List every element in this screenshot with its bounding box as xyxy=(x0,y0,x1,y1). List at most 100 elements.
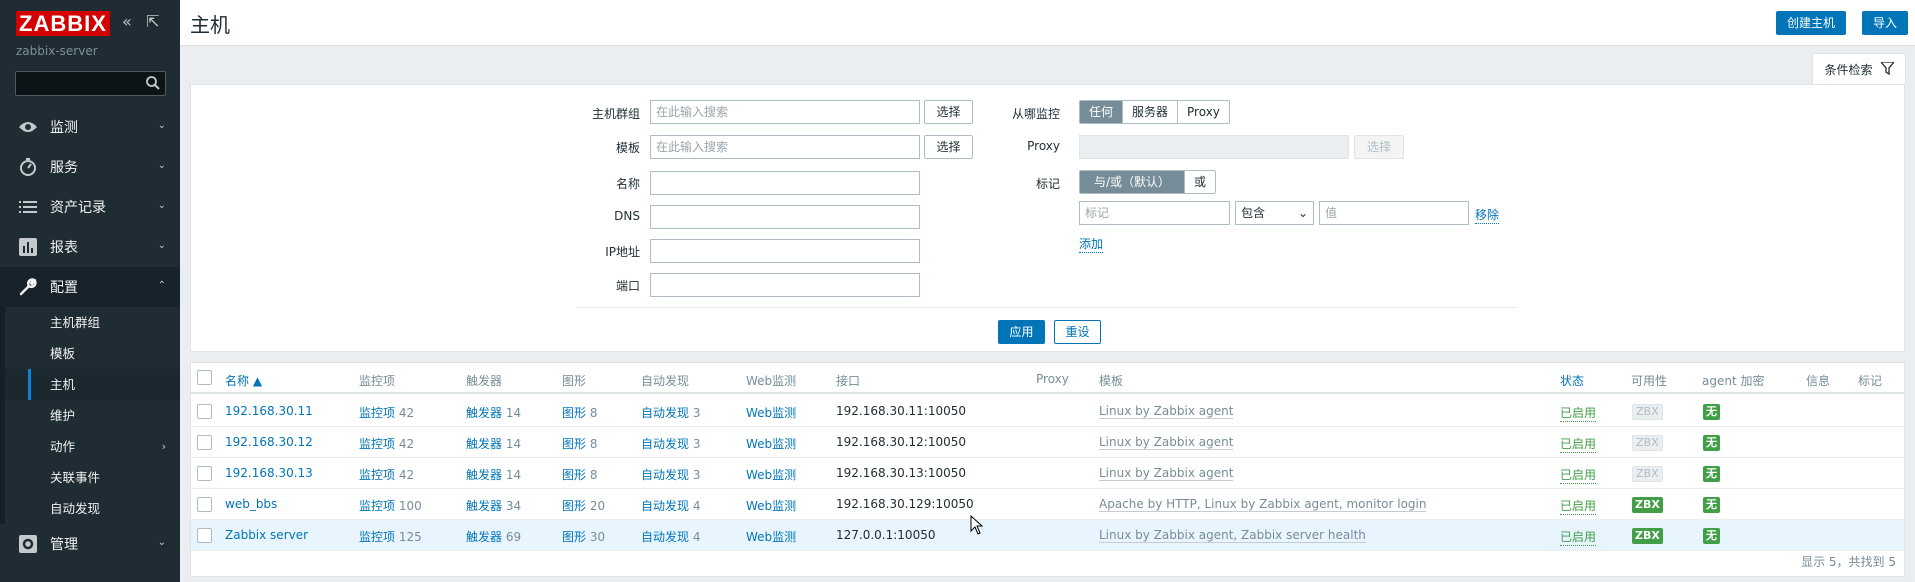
web-link[interactable]: Web监测 xyxy=(746,497,796,514)
graphs-link[interactable]: 图形 8 xyxy=(562,435,597,452)
submenu-discovery[interactable]: 自动发现 xyxy=(5,493,180,524)
graphs-link[interactable]: 图形 8 xyxy=(562,466,597,483)
filter-tab[interactable]: 条件检索 xyxy=(1812,53,1906,85)
host-name-link[interactable]: 192.168.30.12 xyxy=(225,435,313,449)
search-icon[interactable] xyxy=(145,75,161,94)
menu-services[interactable]: 服务 ⌄ xyxy=(0,147,180,187)
port-input[interactable] xyxy=(650,273,920,297)
host-name-link[interactable]: Zabbix server xyxy=(225,528,308,542)
create-host-button[interactable]: 创建主机 xyxy=(1776,11,1847,35)
discovery-link[interactable]: 自动发现 3 xyxy=(641,466,700,483)
triggers-link[interactable]: 触发器 14 xyxy=(466,466,521,483)
templates-link[interactable]: Linux by Zabbix agent xyxy=(1099,404,1234,419)
graphs-link[interactable]: 图形 20 xyxy=(562,497,605,514)
monitored-by-server[interactable]: 服务器 xyxy=(1123,101,1179,123)
row-checkbox[interactable] xyxy=(197,435,212,450)
menu-reports[interactable]: 报表 ⌄ xyxy=(0,227,180,267)
templates-value[interactable]: Linux by Zabbix agent xyxy=(1099,466,1234,481)
templates-select-button[interactable]: 选择 xyxy=(924,135,973,159)
row-checkbox[interactable] xyxy=(197,497,212,512)
collapse-sidebar-icon[interactable]: « xyxy=(122,14,132,30)
templates-link[interactable]: Apache by HTTP, Linux by Zabbix agent, m… xyxy=(1099,497,1427,512)
items-link[interactable]: 监控项 42 xyxy=(359,404,414,421)
web-link[interactable]: Web监测 xyxy=(746,404,796,421)
add-tag-link[interactable]: 添加 xyxy=(1079,235,1104,253)
templates-value[interactable]: Linux by Zabbix agent xyxy=(1099,404,1234,419)
triggers-link[interactable]: 触发器 34 xyxy=(466,497,521,514)
templates-link[interactable]: Linux by Zabbix agent xyxy=(1099,435,1234,450)
templates-value[interactable]: Apache by HTTP, Linux by Zabbix agent, m… xyxy=(1099,497,1427,512)
ip-input[interactable] xyxy=(650,239,920,263)
items-link[interactable]: 监控项 42 xyxy=(359,466,414,483)
templates-link[interactable]: Linux by Zabbix agent xyxy=(1099,466,1234,481)
row-checkbox[interactable] xyxy=(197,528,212,543)
status-toggle[interactable]: 已启用 xyxy=(1560,435,1597,453)
templates-value[interactable]: Linux by Zabbix agent, Zabbix server hea… xyxy=(1099,528,1366,543)
submenu-event-correlation[interactable]: 关联事件 xyxy=(5,462,180,493)
host-name-link[interactable]: 192.168.30.11 xyxy=(225,404,313,418)
submenu-hosts[interactable]: 主机 xyxy=(5,369,180,400)
import-button[interactable]: 导入 xyxy=(1862,11,1909,35)
graphs-link[interactable]: 图形 30 xyxy=(562,528,605,545)
items-link[interactable]: 监控项 42 xyxy=(359,435,414,452)
triggers-link[interactable]: 触发器 14 xyxy=(466,435,521,452)
host-groups-select-button[interactable]: 选择 xyxy=(924,100,973,124)
graphs-link[interactable]: 图形 8 xyxy=(562,404,597,421)
menu-inventory[interactable]: 资产记录 ⌄ xyxy=(0,187,180,227)
tag-value-input[interactable]: 值 xyxy=(1319,201,1469,225)
triggers-link[interactable]: 触发器 69 xyxy=(466,528,521,545)
kiosk-mode-icon[interactable]: ⇱ xyxy=(146,14,159,30)
status-toggle[interactable]: 已启用 xyxy=(1560,404,1597,422)
zabbix-logo[interactable]: ZABBIX xyxy=(16,10,110,36)
menu-administration[interactable]: 管理 ⌄ xyxy=(0,524,180,564)
templates-value[interactable]: Linux by Zabbix agent xyxy=(1099,435,1234,450)
col-name[interactable]: 名称 ▲ xyxy=(225,372,262,389)
col-status[interactable]: 状态 xyxy=(1560,372,1584,389)
host-name-link[interactable]: 192.168.30.13 xyxy=(225,466,313,480)
menu-monitoring[interactable]: 监测 ⌄ xyxy=(0,107,180,147)
select-all-checkbox[interactable] xyxy=(197,370,212,385)
triggers-link[interactable]: 触发器 14 xyxy=(466,404,521,421)
monitored-by-any[interactable]: 任何 xyxy=(1080,101,1124,123)
submenu-maintenance[interactable]: 维护 xyxy=(5,400,180,431)
web-link[interactable]: Web监测 xyxy=(746,528,796,545)
sidebar-search-input[interactable] xyxy=(15,71,166,96)
discovery-link[interactable]: 自动发现 4 xyxy=(641,528,700,545)
submenu-host-groups[interactable]: 主机群组 xyxy=(5,307,180,338)
tag-operator-select[interactable]: 包含 ⌄ xyxy=(1235,201,1314,225)
name-input[interactable] xyxy=(650,171,920,195)
reset-button[interactable]: 重设 xyxy=(1054,320,1101,344)
row-checkbox[interactable] xyxy=(197,404,212,419)
discovery-link[interactable]: 自动发现 3 xyxy=(641,435,700,452)
graphs-link-label: 图形 xyxy=(562,437,587,451)
port-label: 端口 xyxy=(615,279,640,293)
row-checkbox[interactable] xyxy=(197,466,212,481)
tags-mode-and-or[interactable]: 与/或（默认） xyxy=(1080,171,1186,193)
tag-name-input[interactable]: 标记 xyxy=(1079,201,1230,225)
templates-input[interactable]: 在此输入搜索 xyxy=(650,135,920,159)
col-proxy[interactable]: Proxy xyxy=(1036,372,1069,386)
submenu-actions-label: 动作 xyxy=(50,439,76,454)
host-name-link[interactable]: web_bbs xyxy=(225,497,277,511)
submenu-templates[interactable]: 模板 xyxy=(5,338,180,369)
chevron-down-icon: ⌄ xyxy=(1297,206,1308,220)
templates-link[interactable]: Linux by Zabbix agent, Zabbix server hea… xyxy=(1099,528,1366,543)
items-link[interactable]: 监控项 125 xyxy=(359,528,422,545)
remove-tag-link[interactable]: 移除 xyxy=(1475,206,1500,224)
status-toggle[interactable]: 已启用 xyxy=(1560,497,1597,515)
discovery-link-label: 自动发现 xyxy=(641,468,690,482)
web-link[interactable]: Web监测 xyxy=(746,435,796,452)
discovery-link[interactable]: 自动发现 3 xyxy=(641,404,700,421)
menu-configuration[interactable]: 配置 ⌃ xyxy=(0,267,180,307)
submenu-actions[interactable]: 动作 › xyxy=(5,431,180,462)
host-groups-input[interactable]: 在此输入搜索 xyxy=(650,100,920,124)
status-toggle[interactable]: 已启用 xyxy=(1560,466,1597,484)
dns-input[interactable] xyxy=(650,205,920,229)
apply-button[interactable]: 应用 xyxy=(998,320,1045,344)
tags-mode-or[interactable]: 或 xyxy=(1185,171,1216,193)
web-link[interactable]: Web监测 xyxy=(746,466,796,483)
monitored-by-proxy[interactable]: Proxy xyxy=(1178,101,1229,123)
status-toggle[interactable]: 已启用 xyxy=(1560,528,1597,546)
discovery-link[interactable]: 自动发现 4 xyxy=(641,497,700,514)
items-link[interactable]: 监控项 100 xyxy=(359,497,422,514)
